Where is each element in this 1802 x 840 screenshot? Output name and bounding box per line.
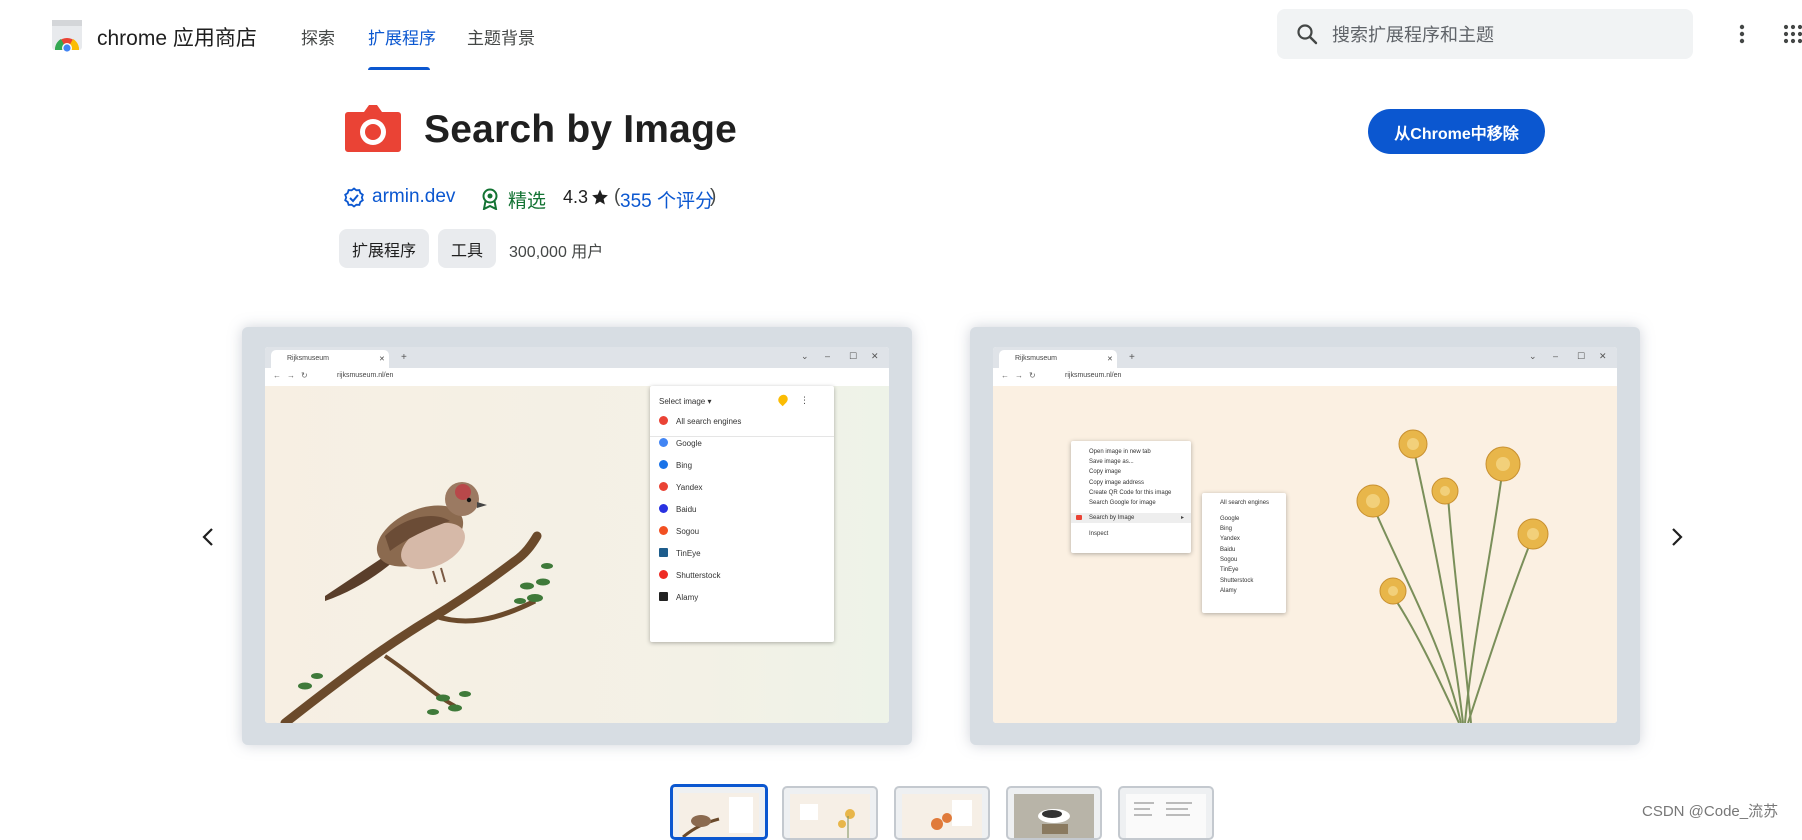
context-menu-item[interactable]: Open image in new tab (1089, 449, 1151, 455)
context-menu-item[interactable]: Save image as... (1089, 459, 1134, 465)
popup-engine-item[interactable]: TinEye (659, 548, 701, 558)
popup-engine-item[interactable]: Baidu (659, 504, 696, 514)
popup-engine-item[interactable]: Google (659, 438, 702, 448)
mock-tab-title: Rijksmuseum (287, 355, 330, 362)
tab-themes[interactable]: 主题背景 (467, 24, 535, 49)
browser-mockup: Rijksmuseum ✕ + ⌄ – ☐ ✕ ←→↻ rijksmuseum.n… (265, 347, 889, 723)
remove-from-chrome-button[interactable]: 从Chrome中移除 (1368, 109, 1545, 154)
submenu-item[interactable]: Shutterstock (1220, 578, 1253, 584)
context-menu-item[interactable]: Search Google for image (1089, 500, 1156, 506)
mock-tab-title: Rijksmuseum (1015, 355, 1058, 362)
store-brand-title[interactable]: chrome 应用商店 (97, 22, 257, 52)
watermark: CSDN @Code_流苏 (1642, 803, 1779, 820)
context-menu-item[interactable]: Copy image (1089, 469, 1121, 475)
star-icon (591, 188, 609, 206)
popup-engine-item[interactable]: Yandex (659, 482, 703, 492)
search-input[interactable] (1330, 14, 1684, 56)
context-submenu: All search engines Google Bing Yandex Ba… (1202, 493, 1286, 613)
thumbnail-4[interactable] (1006, 786, 1102, 840)
developer-link[interactable]: armin.dev (372, 186, 455, 208)
submenu-item[interactable]: Bing (1220, 526, 1232, 532)
rating-count-link[interactable]: 355 个评分 (620, 186, 714, 213)
rating-value: 4.3 (563, 187, 589, 207)
context-menu-item[interactable]: Copy image address (1089, 480, 1144, 486)
popup-engine-item[interactable]: Alamy (659, 592, 698, 602)
chevron-right-icon[interactable] (1664, 525, 1688, 549)
screenshot-slide-1[interactable]: Rijksmuseum ✕ + ⌄ – ☐ ✕ ←→↻ rijksmuseum.n… (242, 327, 912, 745)
more-vert-icon[interactable] (1735, 22, 1749, 46)
featured-badge-icon (480, 188, 500, 211)
submenu-item[interactable]: Sogou (1220, 557, 1237, 563)
popup-engine-item[interactable]: Shutterstock (659, 570, 720, 580)
submenu-item[interactable]: TinEye (1220, 567, 1238, 573)
submenu-item[interactable]: Google (1220, 516, 1239, 522)
popup-item-all-engines[interactable]: All search engines (659, 416, 741, 426)
tab-explore[interactable]: 探索 (301, 24, 335, 49)
submenu-item[interactable]: All search engines (1220, 500, 1269, 506)
select-image-dropdown[interactable]: Select image ▾ (659, 397, 711, 406)
submenu-item[interactable]: Alamy (1220, 588, 1237, 594)
search-icon[interactable] (1295, 22, 1319, 46)
rating-paren-close: ) (710, 186, 717, 207)
daffodil-painting-image (993, 386, 1617, 723)
submenu-item[interactable]: Baidu (1220, 547, 1235, 553)
category-chip-tools[interactable]: 工具 (438, 229, 496, 268)
chrome-web-store-logo-icon[interactable] (50, 18, 84, 53)
mock-url: rijksmuseum.nl/en (1065, 372, 1122, 379)
thumbnail-5[interactable] (1118, 786, 1214, 840)
thumbnail-3[interactable] (894, 786, 990, 840)
featured-label: 精选 (508, 191, 547, 212)
popup-engine-item[interactable]: Bing (659, 460, 692, 470)
user-count: 300,000 用户 (509, 244, 604, 261)
chevron-left-icon[interactable] (197, 525, 221, 549)
camera-icon (344, 102, 402, 154)
verified-icon (343, 187, 365, 209)
thumbnail-2[interactable] (782, 786, 878, 840)
extension-popup: Select image ▾ ⋮ All search engines Goog… (650, 386, 834, 642)
apps-grid-icon[interactable] (1783, 24, 1802, 44)
context-menu-item[interactable]: Inspect (1089, 531, 1108, 537)
thumbnail-1[interactable] (670, 784, 768, 840)
popup-engine-item[interactable]: Sogou (659, 526, 699, 536)
browser-mockup: Rijksmuseum ✕ + ⌄ – ☐ ✕ ←→↻ rijksmuseum.n… (993, 347, 1617, 723)
context-menu-item[interactable]: Create QR Code for this image (1089, 490, 1171, 496)
extension-title: Search by Image (424, 108, 737, 151)
context-menu: Open image in new tab Save image as... C… (1071, 441, 1191, 553)
mock-url: rijksmuseum.nl/en (337, 372, 394, 379)
active-tab-indicator (368, 67, 430, 70)
context-menu-item-search-by-image[interactable]: Search by Image (1089, 515, 1134, 521)
category-chip-extensions[interactable]: 扩展程序 (339, 229, 429, 268)
tab-extensions[interactable]: 扩展程序 (368, 24, 436, 49)
screenshot-slide-2[interactable]: Rijksmuseum ✕ + ⌄ – ☐ ✕ ←→↻ rijksmuseum.n… (970, 327, 1640, 745)
submenu-item[interactable]: Yandex (1220, 536, 1240, 542)
